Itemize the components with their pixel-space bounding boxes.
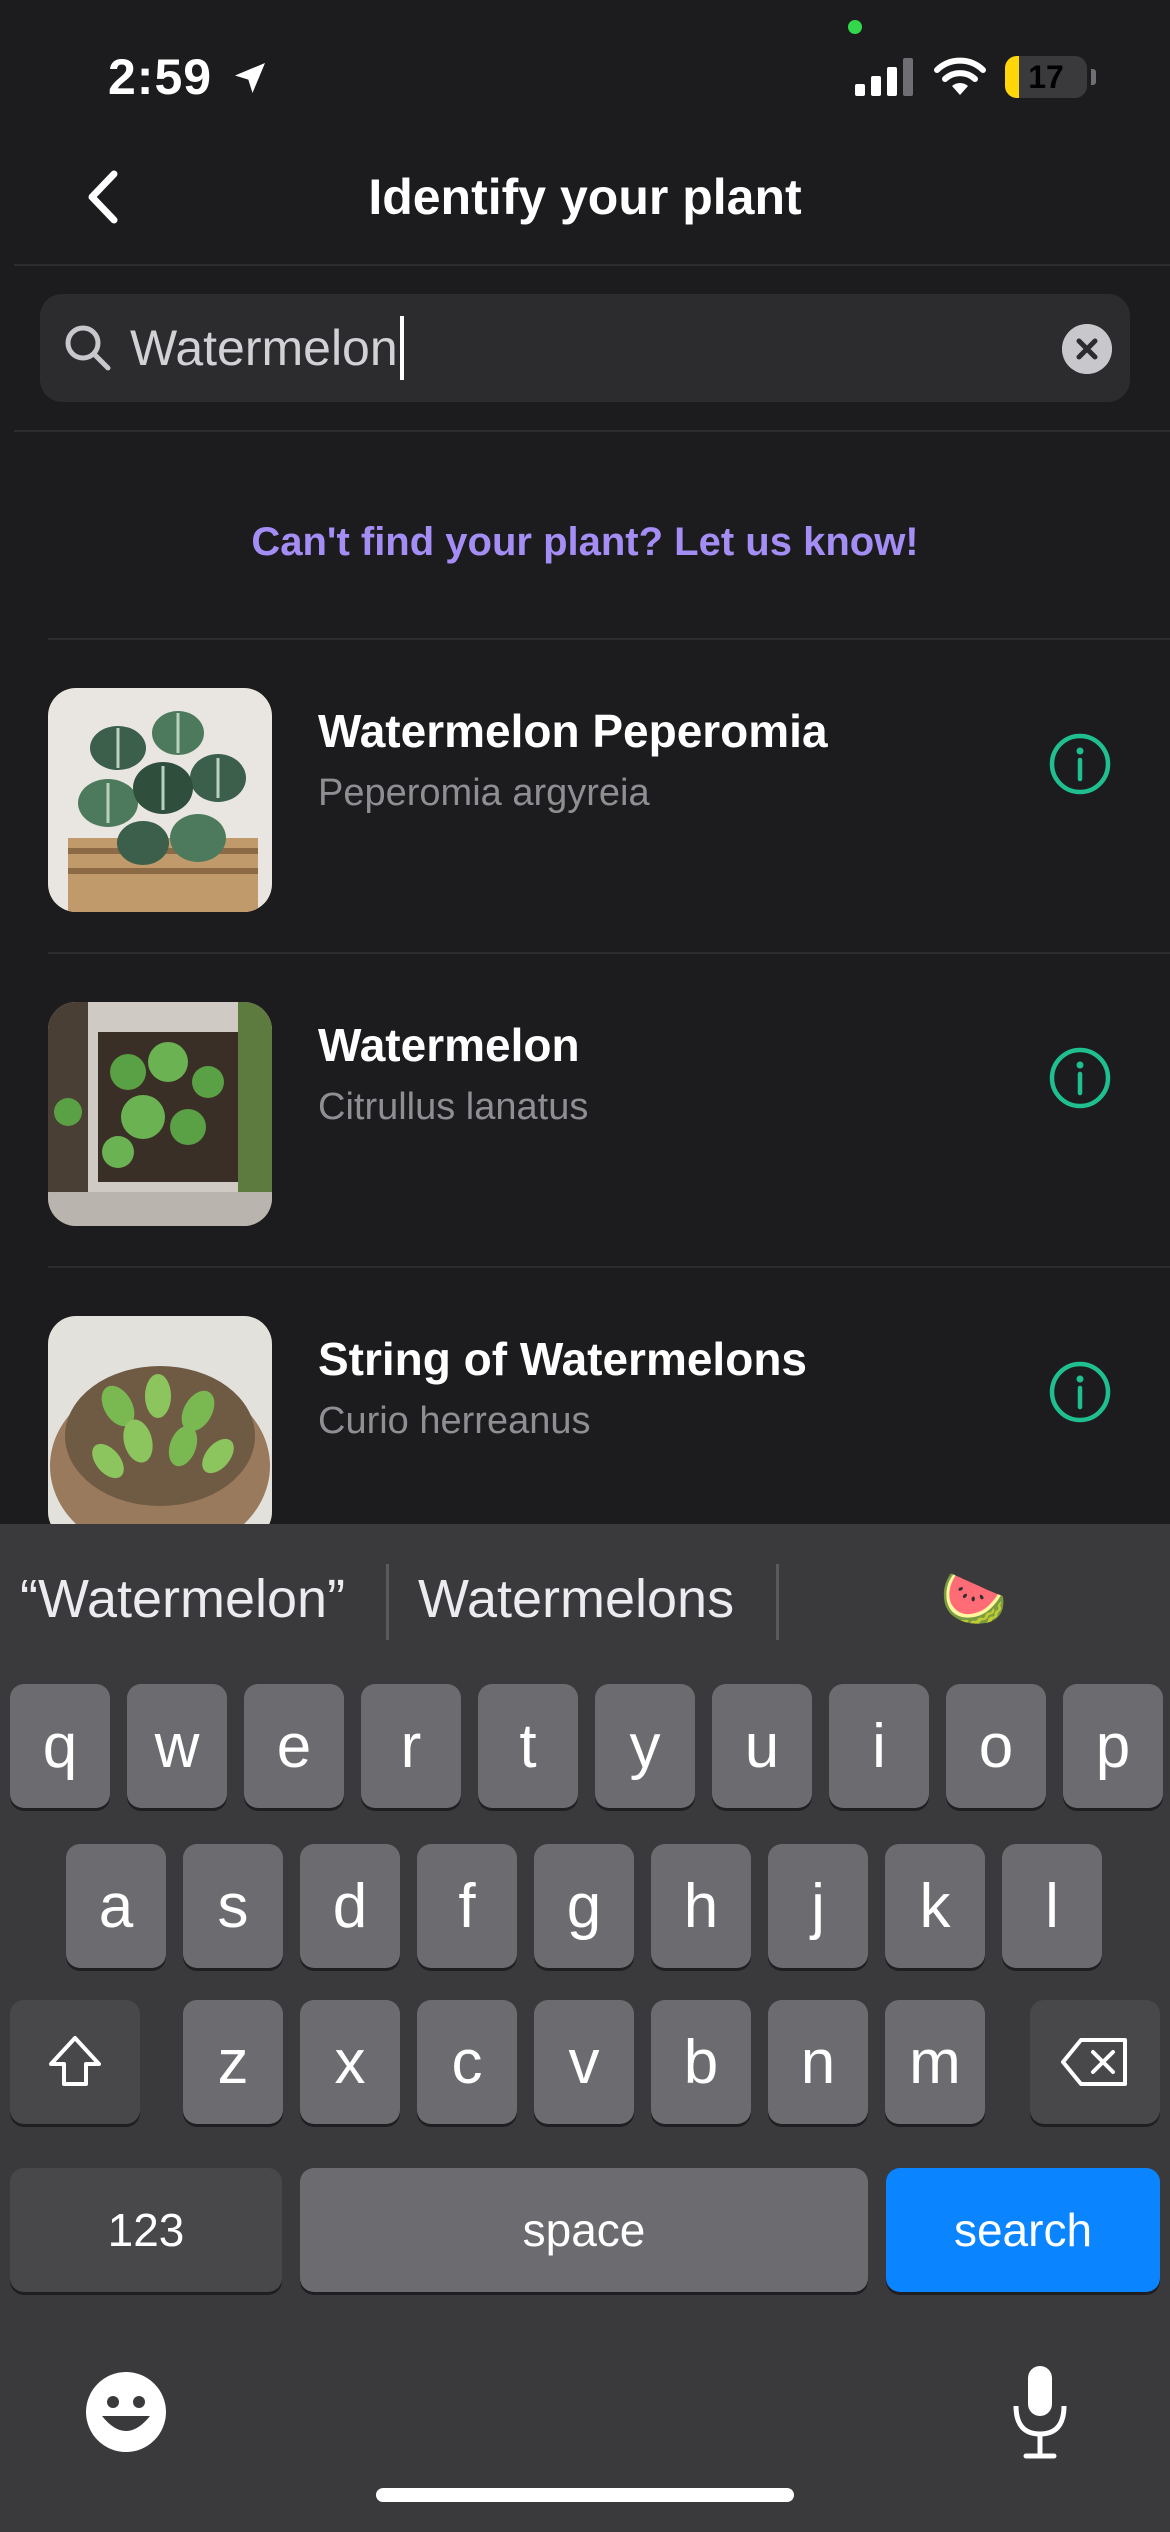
home-indicator[interactable] [376, 2488, 794, 2502]
key-j[interactable]: j [768, 1844, 868, 1968]
key-i[interactable]: i [829, 1684, 929, 1808]
key-w[interactable]: w [127, 1684, 227, 1808]
divider [14, 264, 1170, 266]
battery-icon: 17 [1005, 56, 1096, 98]
keyboard: “Watermelon” Watermelons 🍉 qwertyuiop as… [0, 1524, 1170, 2532]
battery-level: 17 [1028, 59, 1064, 95]
clear-search-icon[interactable] [1062, 324, 1112, 374]
info-icon[interactable] [1048, 1360, 1112, 1424]
key-g[interactable]: g [534, 1844, 634, 1968]
key-e[interactable]: e [244, 1684, 344, 1808]
list-item[interactable]: Watermelon Peperomia Peperomia argyreia [0, 640, 1170, 954]
key-k[interactable]: k [885, 1844, 985, 1968]
location-arrow-icon [235, 63, 265, 93]
key-v[interactable]: v [534, 2000, 634, 2124]
wifi-icon [934, 57, 986, 95]
predictive-bar: “Watermelon” Watermelons 🍉 [0, 1524, 1170, 1674]
key-t[interactable]: t [478, 1684, 578, 1808]
search-icon [65, 325, 111, 371]
divider [386, 1564, 389, 1640]
plant-common-name: Watermelon Peperomia [318, 705, 828, 757]
plant-scientific-name: Citrullus lanatus [318, 1086, 589, 1128]
info-icon[interactable] [1048, 1046, 1112, 1110]
key-z[interactable]: z [183, 2000, 283, 2124]
plant-photo [48, 1316, 272, 1540]
key-m[interactable]: m [885, 2000, 985, 2124]
camera-indicator-dot [848, 20, 862, 34]
key-u[interactable]: u [712, 1684, 812, 1808]
search-input-value: Watermelon [130, 320, 398, 376]
key-y[interactable]: y [595, 1684, 695, 1808]
space-key[interactable]: space [300, 2168, 868, 2292]
key-f[interactable]: f [417, 1844, 517, 1968]
plant-common-name: String of Watermelons [318, 1333, 807, 1385]
plant-photo [48, 1002, 272, 1226]
search-input[interactable]: Watermelon [130, 312, 404, 384]
key-l[interactable]: l [1002, 1844, 1102, 1968]
shift-key[interactable] [10, 2000, 140, 2124]
cellular-signal-icon [855, 58, 913, 96]
numbers-key[interactable]: 123 [10, 2168, 282, 2292]
key-p[interactable]: p [1063, 1684, 1163, 1808]
key-a[interactable]: a [66, 1844, 166, 1968]
suggestion-emoji[interactable]: 🍉 [940, 1568, 1007, 1631]
nav-bar: Identify your plant [0, 150, 1170, 265]
status-bar: 2:59 17 [0, 0, 1170, 150]
shift-icon [49, 2036, 101, 2086]
key-d[interactable]: d [300, 1844, 400, 1968]
delete-icon [1061, 2038, 1127, 2086]
divider [776, 1564, 779, 1640]
key-x[interactable]: x [300, 2000, 400, 2124]
key-s[interactable]: s [183, 1844, 283, 1968]
status-time: 2:59 [108, 49, 213, 105]
key-q[interactable]: q [10, 1684, 110, 1808]
plant-scientific-name: Peperomia argyreia [318, 772, 650, 814]
key-h[interactable]: h [651, 1844, 751, 1968]
key-r[interactable]: r [361, 1684, 461, 1808]
key-n[interactable]: n [768, 2000, 868, 2124]
cant-find-plant-link[interactable]: Can't find your plant? Let us know! [0, 520, 1170, 565]
suggestion-quoted[interactable]: “Watermelon” [20, 1568, 345, 1630]
suggestion-plural[interactable]: Watermelons [418, 1568, 734, 1630]
info-icon[interactable] [1048, 732, 1112, 796]
screen: 2:59 17 Identify your plant Watermelon C… [0, 0, 1170, 2532]
emoji-icon[interactable] [84, 2370, 168, 2454]
delete-key[interactable] [1030, 2000, 1160, 2124]
plant-scientific-name: Curio herreanus [318, 1400, 591, 1442]
plant-photo [48, 688, 272, 912]
key-c[interactable]: c [417, 2000, 517, 2124]
list-item[interactable]: Watermelon Citrullus lanatus [0, 954, 1170, 1268]
page-title: Identify your plant [368, 169, 802, 225]
key-o[interactable]: o [946, 1684, 1046, 1808]
search-key[interactable]: search [886, 2168, 1160, 2292]
plant-common-name: Watermelon [318, 1019, 580, 1071]
key-b[interactable]: b [651, 2000, 751, 2124]
search-field[interactable]: Watermelon [40, 294, 1130, 402]
text-caret [399, 316, 404, 380]
microphone-icon[interactable] [1008, 2362, 1072, 2462]
divider [14, 430, 1170, 432]
